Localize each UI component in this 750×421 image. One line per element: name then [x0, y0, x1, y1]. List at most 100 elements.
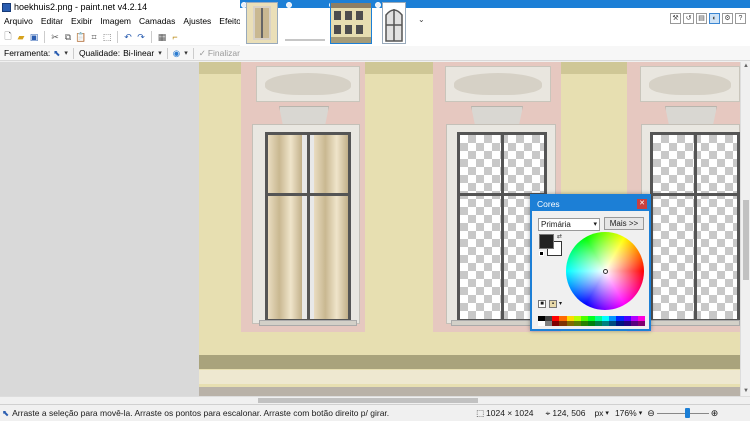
palette-swatch[interactable]: [580, 321, 588, 326]
units-dropdown[interactable]: px ▾: [591, 408, 612, 418]
tab-progress: [285, 39, 325, 41]
redo-icon[interactable]: ↷: [135, 31, 147, 43]
open-icon[interactable]: ▰: [15, 31, 27, 43]
image-tab-3[interactable]: [382, 2, 406, 44]
crop-icon[interactable]: ⌗: [88, 31, 100, 43]
more-button[interactable]: Mais >>: [604, 217, 644, 230]
horizontal-scrollbar[interactable]: [0, 396, 750, 404]
palette-dropdown-icon[interactable]: ▾: [559, 300, 562, 307]
primary-color-swatch[interactable]: [539, 234, 554, 249]
curtain-left: [268, 135, 302, 319]
image-canvas[interactable]: [199, 62, 740, 396]
colors-titlebar[interactable]: Cores ✕: [532, 196, 649, 211]
zoom-track: [656, 413, 709, 414]
palette-swatch[interactable]: [552, 321, 560, 326]
status-hint: ⬉ Arraste a seleção para movê-la. Arrast…: [0, 408, 470, 419]
cornice-upper: [199, 370, 740, 384]
zoom-slider[interactable]: [656, 407, 709, 419]
horizontal-scroll-thumb[interactable]: [258, 398, 478, 403]
options-divider: [192, 47, 194, 59]
history-icon[interactable]: ↺: [683, 12, 694, 24]
reset-colors-icon[interactable]: [539, 251, 544, 256]
palette-swatch[interactable]: [616, 321, 624, 326]
palette-swatch[interactable]: [545, 321, 553, 326]
menu-imagem[interactable]: Imagem: [96, 14, 135, 29]
palette-swatch[interactable]: [637, 321, 645, 326]
cursor-position-icon: ⌖: [545, 407, 551, 418]
options-divider: [166, 47, 168, 59]
undo-icon[interactable]: ↶: [122, 31, 134, 43]
palette-swatch[interactable]: [566, 321, 574, 326]
color-mode-dropdown[interactable]: Primária: [538, 218, 600, 231]
palette-add-icon[interactable]: ■: [538, 300, 546, 308]
relief-ornament: [256, 66, 360, 102]
grid-icon[interactable]: ▦: [156, 31, 168, 43]
mullion: [307, 135, 310, 319]
zoom-out-icon[interactable]: ⊖: [645, 408, 657, 419]
menu-editar[interactable]: Editar: [37, 14, 67, 29]
wall-base: [199, 355, 740, 369]
palette-swatch[interactable]: [595, 321, 603, 326]
image-tab-2[interactable]: [330, 2, 372, 44]
close-image-2-icon[interactable]: [286, 2, 292, 8]
palette-swatch[interactable]: [538, 321, 546, 326]
thumbnail-house-facade: [331, 3, 371, 43]
colors-title: Cores: [537, 198, 560, 209]
close-icon[interactable]: ✕: [637, 198, 647, 209]
swap-colors-icon[interactable]: ⇄: [557, 233, 562, 240]
save-icon[interactable]: ▣: [28, 31, 40, 43]
layers-icon[interactable]: ▤: [696, 12, 707, 24]
thumbnail-arched-window: [383, 3, 405, 43]
tool-picker[interactable]: ⬉: [53, 48, 68, 59]
checkmark-icon: ✓: [198, 47, 206, 58]
image-size-text: 1024 × 1024: [486, 408, 534, 418]
palette-swatch[interactable]: [573, 321, 581, 326]
ruler-icon[interactable]: ⌐: [169, 31, 181, 43]
menu-exibir[interactable]: Exibir: [67, 14, 96, 29]
toolbar-divider: [117, 31, 118, 43]
tools-icon[interactable]: ⚒: [670, 12, 681, 24]
close-image-4-icon[interactable]: [375, 2, 381, 8]
palette-swatch[interactable]: [587, 321, 595, 326]
image-tab-1[interactable]: [246, 2, 278, 44]
palette-swatch[interactable]: [559, 321, 567, 326]
palette-swatch[interactable]: [630, 321, 638, 326]
chevron-down-icon: ▾: [638, 410, 643, 417]
scroll-down-icon[interactable]: ▼: [742, 387, 750, 396]
zoom-field[interactable]: 176% ▾: [612, 408, 645, 418]
selection-mode-dropdown[interactable]: ◉: [173, 48, 188, 59]
cut-icon[interactable]: ✂: [49, 31, 61, 43]
vertical-scrollbar[interactable]: ▲ ▼: [740, 62, 750, 396]
colors-window[interactable]: Cores ✕ Primária Mais >> ⇄ ■ ▪ ▾: [530, 194, 651, 331]
quality-dropdown[interactable]: Bi-linear: [123, 48, 162, 58]
colors-icon[interactable]: ◐: [709, 12, 720, 24]
settings-icon[interactable]: ⚙: [722, 12, 733, 24]
scroll-up-icon[interactable]: ▲: [742, 62, 750, 71]
palette-swatch[interactable]: [623, 321, 631, 326]
tool-label: Ferramenta:: [4, 48, 51, 58]
copy-icon[interactable]: ⧉: [62, 31, 74, 43]
toolbar-divider: [151, 31, 152, 43]
paste-icon[interactable]: 📋: [75, 31, 87, 43]
canvas-area[interactable]: Cores ✕ Primária Mais >> ⇄ ■ ▪ ▾: [0, 62, 740, 396]
menu-ajustes[interactable]: Ajustes: [179, 14, 215, 29]
palette-swatch[interactable]: [602, 321, 610, 326]
zoom-knob[interactable]: [684, 408, 690, 418]
new-icon[interactable]: 🗋: [2, 31, 14, 43]
help-icon[interactable]: ?: [735, 12, 746, 24]
image-tabs: ⌄ ⚒ ↺ ▤ ◐ ⚙ ?: [240, 0, 750, 46]
menu-arquivo[interactable]: Arquivo: [0, 14, 37, 29]
vertical-scroll-thumb[interactable]: [743, 200, 749, 280]
finalize-button[interactable]: ✓ Finalizar: [199, 48, 240, 59]
cornice-lower: [199, 387, 740, 396]
chevron-down-icon[interactable]: ⌄: [418, 15, 425, 24]
deselect-icon[interactable]: ⬚: [101, 31, 113, 43]
zoom-in-icon[interactable]: ⊕: [709, 408, 721, 419]
relief-ornament: [640, 66, 740, 102]
transom: [653, 193, 737, 196]
cursor-position: ⌖ 124, 506: [540, 408, 592, 419]
color-wheel-cursor[interactable]: [603, 269, 608, 274]
palette-swatch[interactable]: [609, 321, 617, 326]
palette-menu-icon[interactable]: ▪: [549, 300, 557, 308]
menu-camadas[interactable]: Camadas: [135, 14, 179, 29]
